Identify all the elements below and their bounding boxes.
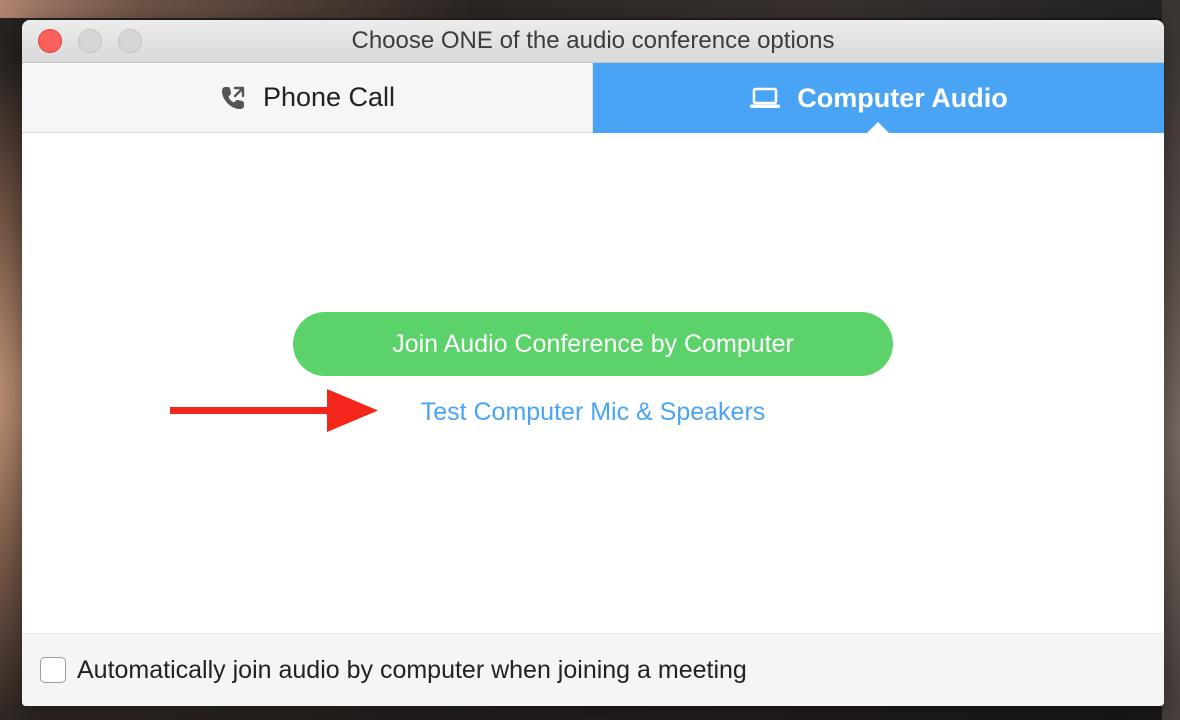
tab-computer-audio[interactable]: Computer Audio xyxy=(593,63,1164,133)
tab-phone-call[interactable]: Phone Call xyxy=(22,63,593,133)
computer-audio-panel: Join Audio Conference by Computer Test C… xyxy=(22,133,1164,633)
title-bar[interactable]: Choose ONE of the audio conference optio… xyxy=(22,20,1164,63)
selected-tab-indicator xyxy=(867,122,889,133)
join-audio-button[interactable]: Join Audio Conference by Computer xyxy=(293,312,893,376)
background-photo-edge xyxy=(1162,0,1180,720)
footer-bar: Automatically join audio by computer whe… xyxy=(22,633,1164,706)
phone-icon xyxy=(219,84,247,112)
tab-phone-call-label: Phone Call xyxy=(262,82,396,112)
laptop-icon xyxy=(749,86,781,110)
window-title: Choose ONE of the audio conference optio… xyxy=(351,27,835,54)
tab-computer-audio-label: Computer Audio xyxy=(797,82,1008,113)
audio-options-dialog: Choose ONE of the audio conference optio… xyxy=(22,20,1164,706)
audio-option-tabs: Phone Call Computer Audio xyxy=(22,63,1164,133)
auto-join-checkbox[interactable] xyxy=(40,657,66,683)
background-photo xyxy=(0,0,1180,18)
test-mic-speakers-link[interactable]: Test Computer Mic & Speakers xyxy=(293,395,893,429)
auto-join-label[interactable]: Automatically join audio by computer whe… xyxy=(77,652,747,688)
